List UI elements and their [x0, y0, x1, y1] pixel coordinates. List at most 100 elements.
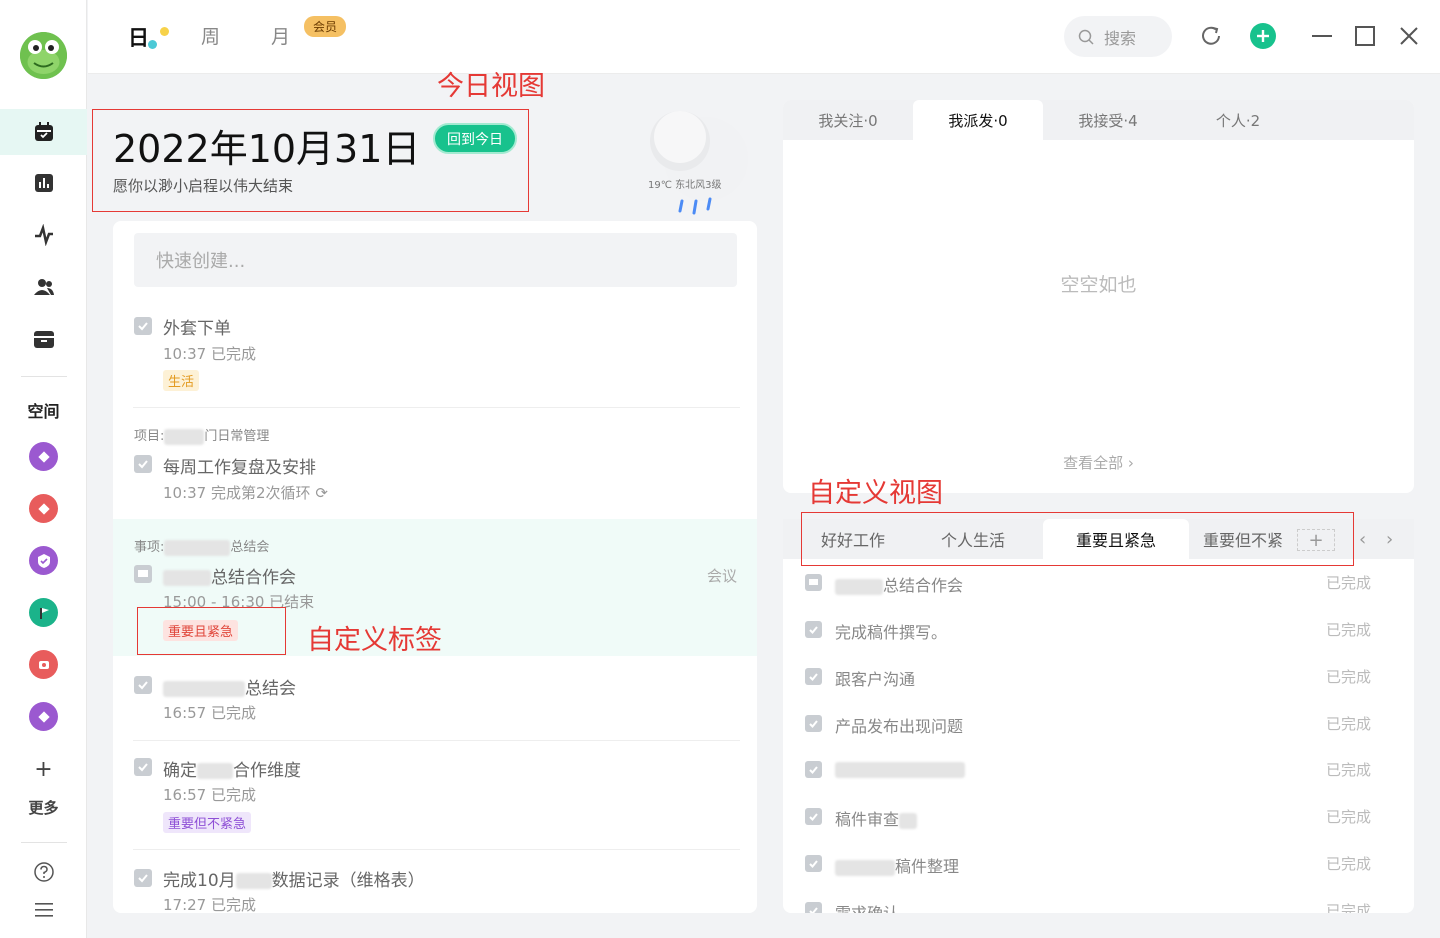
checkbox-checked-icon[interactable]	[134, 758, 152, 776]
tab-personal[interactable]: 个人·2	[1173, 100, 1303, 140]
checkbox-checked-icon[interactable]	[134, 676, 152, 694]
search-box[interactable]: 搜索	[1064, 16, 1172, 57]
help-icon	[33, 862, 54, 882]
annotation-today-view: 今日视图	[437, 71, 545, 102]
task-meta: 10:37 已完成	[163, 345, 256, 363]
item-status: 已完成	[1325, 761, 1371, 779]
vip-badge: 会员	[304, 16, 347, 37]
calendar-nav[interactable]	[0, 109, 87, 155]
item-name: 总结合作会	[835, 572, 963, 596]
tag-life: 生活	[163, 370, 200, 391]
task-title: 完成10月 数据记录（维格表）	[163, 871, 425, 891]
space-item[interactable]	[29, 442, 58, 471]
list-item[interactable]: 稿件审查 已完成	[783, 794, 1414, 841]
task-project: 事项: 总结会	[134, 539, 270, 556]
back-to-today-button[interactable]: 回到今日	[433, 123, 517, 154]
add-space-icon[interactable]: +	[0, 757, 87, 782]
task-item[interactable]: 确定 合作维度 16:57 已完成 重要但不紧急	[113, 741, 757, 849]
list-item[interactable]: 跟客户沟通 已完成	[783, 654, 1414, 701]
tab-day[interactable]: 日	[128, 22, 149, 52]
space-item[interactable]	[29, 702, 58, 731]
activity-nav[interactable]	[0, 212, 87, 258]
meeting-icon[interactable]	[805, 574, 822, 591]
list-item[interactable]: 总结合作会 已完成	[783, 560, 1414, 607]
avatar[interactable]	[20, 32, 67, 79]
checkbox-checked-icon[interactable]	[134, 455, 152, 473]
list-item[interactable]: 完成稿件撰写。 已完成	[783, 607, 1414, 654]
checkbox-checked-icon[interactable]	[805, 808, 822, 825]
plus-circle-icon	[1250, 23, 1276, 49]
members-nav[interactable]	[0, 264, 87, 310]
item-name: 需求确认	[835, 900, 899, 913]
calendar-icon	[34, 122, 53, 141]
archive-nav[interactable]	[0, 316, 87, 362]
diamond-icon	[37, 502, 50, 515]
add-button[interactable]	[1249, 22, 1277, 50]
tab-month[interactable]: 月	[271, 22, 290, 49]
item-status: 已完成	[1325, 621, 1371, 639]
search-input[interactable]: 搜索	[1104, 25, 1136, 49]
view-all-link[interactable]: 查看全部 ›	[783, 452, 1414, 473]
list-item[interactable]: 产品发布出现问题 已完成	[783, 701, 1414, 748]
task-item[interactable]: 完成10月 数据记录（维格表） 17:27 已完成	[113, 850, 757, 913]
space-item[interactable]	[29, 494, 58, 523]
more-button[interactable]: 更多	[0, 797, 87, 818]
tab-dispatched[interactable]: 我派发·0	[913, 100, 1043, 140]
list-item[interactable]: 稿件整理 已完成	[783, 841, 1414, 888]
chevron-left-icon[interactable]: ‹	[1359, 529, 1366, 550]
item-status: 已完成	[1325, 855, 1371, 873]
tab-received[interactable]: 我接受·4	[1043, 100, 1173, 140]
space-title: 空间	[27, 402, 60, 421]
check-icon	[809, 720, 818, 728]
check-icon	[809, 673, 818, 681]
stats-nav[interactable]	[0, 160, 87, 206]
annotation-custom-view: 自定义视图	[808, 478, 943, 509]
checkbox-checked-icon[interactable]	[805, 621, 822, 638]
flag-icon	[39, 607, 49, 619]
annotation-custom-tag: 自定义标签	[307, 625, 442, 656]
checkbox-checked-icon[interactable]	[134, 317, 152, 335]
menu-button[interactable]	[0, 887, 87, 933]
chevron-right-icon: ›	[1127, 454, 1134, 472]
cloud-rain-icon	[650, 111, 748, 215]
meeting-icon[interactable]	[134, 565, 152, 583]
checkbox-checked-icon[interactable]	[805, 902, 822, 913]
chevron-right-icon[interactable]: ›	[1386, 529, 1393, 550]
hamburger-icon	[34, 903, 53, 917]
archive-icon	[33, 331, 54, 348]
checkbox-checked-icon[interactable]	[805, 715, 822, 732]
top-bar: 日 周 月 会员 搜索	[88, 0, 1440, 74]
space-item[interactable]	[29, 650, 58, 679]
task-title: 确定 合作维度	[163, 761, 301, 781]
quick-create-input[interactable]: 快速创建...	[134, 233, 737, 287]
space-item[interactable]	[29, 598, 58, 627]
frog-avatar-icon	[20, 32, 67, 79]
tab-week[interactable]: 周	[201, 22, 220, 49]
maximize-button[interactable]	[1351, 22, 1379, 50]
task-item[interactable]: 总结会 16:57 已完成	[113, 657, 757, 739]
annotation-box	[801, 512, 1354, 566]
task-item[interactable]: 外套下单 10:37 已完成 生活	[113, 300, 757, 406]
checkbox-checked-icon[interactable]	[805, 668, 822, 685]
tab-following[interactable]: 我关注·0	[783, 100, 913, 140]
separator	[21, 376, 67, 377]
check-icon	[138, 460, 148, 469]
date-selector[interactable]: 2022年10月31日 ⌄	[113, 118, 448, 173]
list-item[interactable]: 需求确认 已完成	[783, 888, 1414, 913]
refresh-button[interactable]	[1197, 22, 1225, 50]
checkbox-checked-icon[interactable]	[805, 761, 822, 778]
check-icon	[809, 813, 818, 821]
checkbox-checked-icon[interactable]	[134, 869, 152, 887]
presentation-icon	[138, 570, 148, 577]
close-button[interactable]	[1395, 22, 1423, 50]
task-item[interactable]: 项目: 门日常管理 每周工作复盘及安排 10:37 完成第2次循环 ⟳	[113, 408, 757, 518]
task-title: 总结合作会	[163, 563, 296, 588]
list-item[interactable]: 已完成	[783, 747, 1414, 794]
checkbox-checked-icon[interactable]	[805, 855, 822, 872]
quick-create-placeholder: 快速创建...	[156, 251, 246, 272]
check-icon	[138, 681, 148, 690]
task-project: 项目: 门日常管理	[134, 428, 270, 445]
item-name: 跟客户沟通	[835, 670, 916, 689]
minimize-button[interactable]	[1308, 22, 1336, 50]
space-item[interactable]	[29, 546, 58, 575]
